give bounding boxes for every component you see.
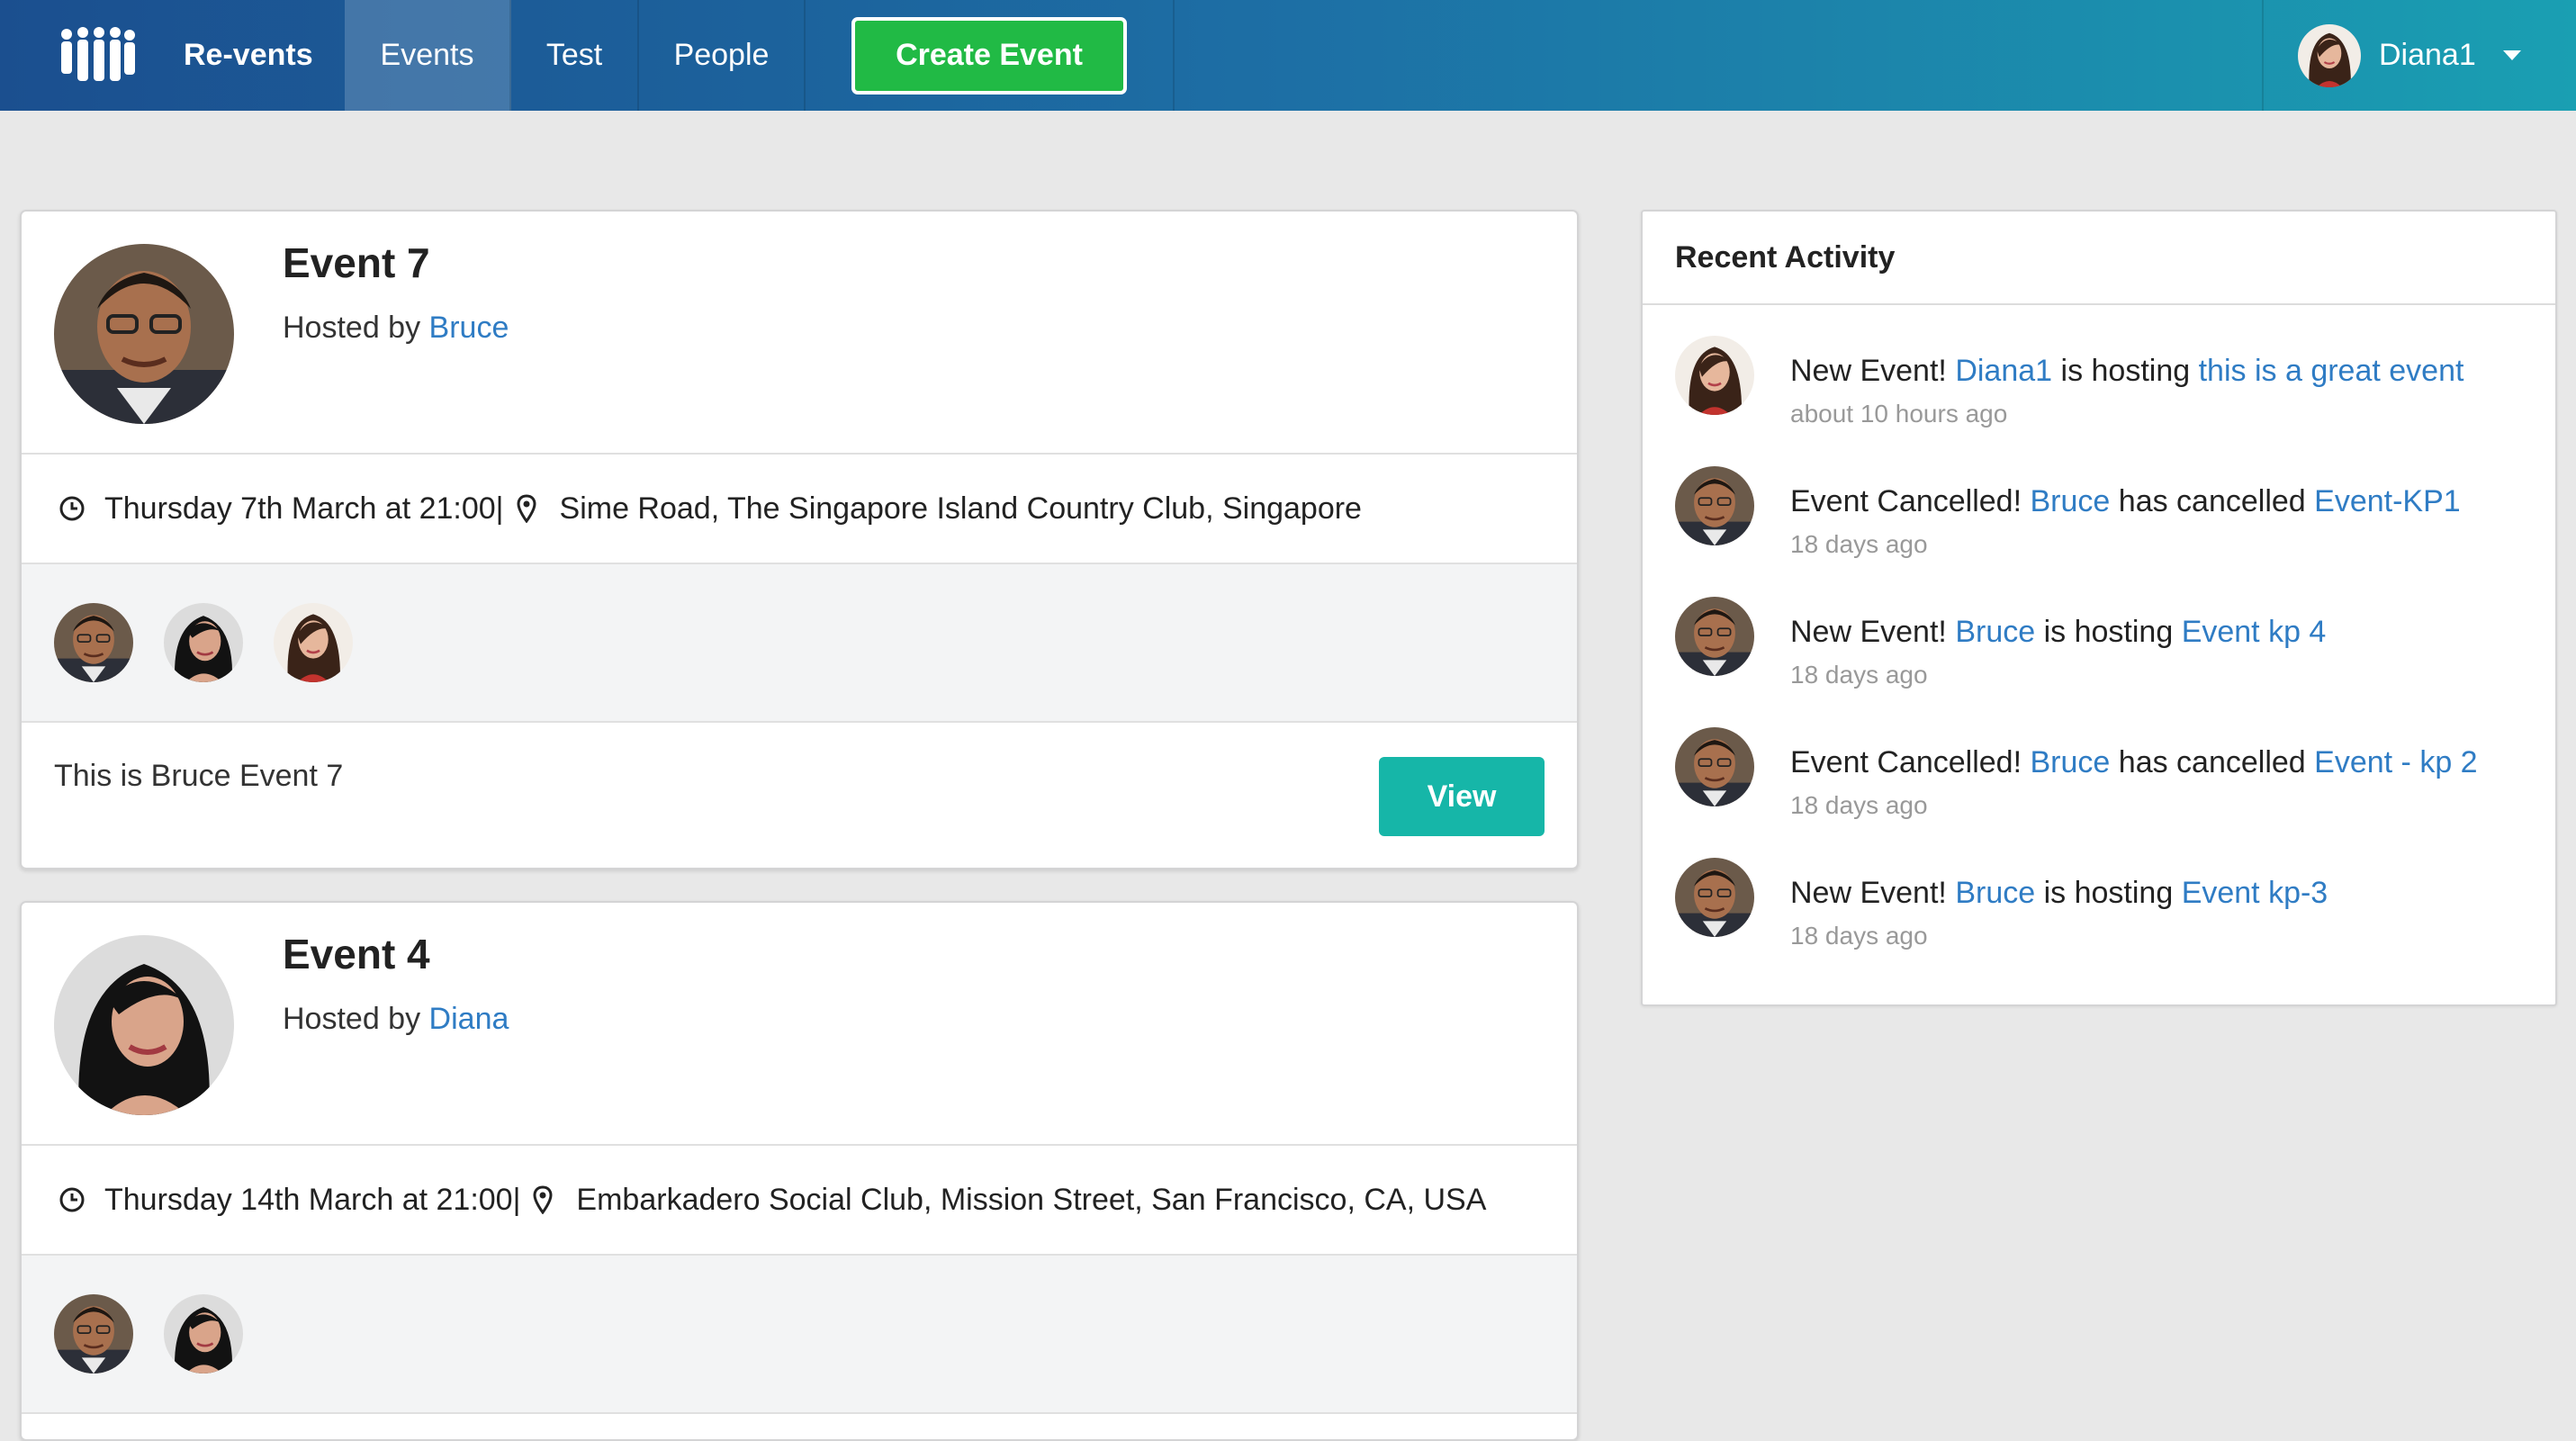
brand-link[interactable]: Re-vents bbox=[0, 0, 345, 111]
clock-icon bbox=[59, 496, 85, 521]
event-info: Thursday 7th March at 21:00| Sime Road, … bbox=[22, 455, 1577, 564]
activity-verb: has cancelled bbox=[2118, 745, 2306, 779]
host-avatar[interactable] bbox=[54, 935, 234, 1115]
activity-avatar[interactable] bbox=[1675, 466, 1754, 545]
attendee-list bbox=[22, 1256, 1577, 1414]
hosted-by-label: Hosted by bbox=[283, 1002, 421, 1036]
attendee-avatar-diana[interactable] bbox=[164, 603, 243, 682]
event-footer: This is Bruce Event 7 View bbox=[22, 723, 1577, 867]
event-date: Thursday 7th March at 21:00| bbox=[104, 491, 504, 526]
event-description: This is Bruce Event 7 bbox=[54, 759, 344, 793]
activity-avatar[interactable] bbox=[1675, 597, 1754, 676]
event-title[interactable]: Event 7 bbox=[283, 239, 430, 287]
attendee-avatar-bruce[interactable] bbox=[54, 603, 133, 682]
activity-text: New Event! Bruce is hosting Event kp-3 bbox=[1790, 876, 2328, 911]
activity-time: 18 days ago bbox=[1790, 791, 1928, 819]
nav-people[interactable]: People bbox=[639, 0, 806, 111]
activity-event-link[interactable]: this is a great event bbox=[2199, 354, 2464, 388]
host-avatar[interactable] bbox=[54, 244, 234, 424]
user-menu[interactable]: Diana1 bbox=[2264, 0, 2576, 111]
map-pin-icon bbox=[517, 494, 536, 523]
people-logo-icon bbox=[61, 26, 135, 81]
activity-item: New Event! Bruce is hosting Event kp 4 1… bbox=[1643, 597, 2555, 727]
attendee-avatar-diana1[interactable] bbox=[274, 603, 353, 682]
activity-item: Event Cancelled! Bruce has cancelled Eve… bbox=[1643, 727, 2555, 858]
activity-action: New Event! bbox=[1790, 615, 1947, 649]
hosted-by: Hosted by Bruce bbox=[283, 311, 509, 346]
dropdown-caret-icon bbox=[2502, 50, 2521, 60]
hosted-by: Hosted by Diana bbox=[283, 1002, 509, 1037]
host-link[interactable]: Diana bbox=[429, 1002, 509, 1036]
activity-item: Event Cancelled! Bruce has cancelled Eve… bbox=[1643, 466, 2555, 597]
activity-event-link[interactable]: Event kp-3 bbox=[2182, 876, 2328, 910]
activity-time: 18 days ago bbox=[1790, 922, 1928, 950]
brand-name: Re-vents bbox=[184, 38, 313, 72]
attendee-avatar-bruce[interactable] bbox=[54, 1294, 133, 1373]
host-link[interactable]: Bruce bbox=[429, 311, 509, 345]
activity-event-link[interactable]: Event-KP1 bbox=[2314, 484, 2461, 518]
activity-item: New Event! Diana1 is hosting this is a g… bbox=[1643, 336, 2555, 466]
activity-avatar[interactable] bbox=[1675, 727, 1754, 806]
activity-avatar[interactable] bbox=[1675, 336, 1754, 415]
activity-feed: New Event! Diana1 is hosting this is a g… bbox=[1643, 305, 2555, 988]
activity-time: 18 days ago bbox=[1790, 530, 1928, 558]
activity-user-link[interactable]: Bruce bbox=[2031, 745, 2111, 779]
activity-time: about 10 hours ago bbox=[1790, 400, 2008, 428]
event-venue: Sime Road, The Singapore Island Country … bbox=[559, 491, 1362, 526]
create-event-wrapper: Create Event bbox=[806, 0, 1175, 111]
nav-test[interactable]: Test bbox=[511, 0, 639, 111]
activity-user-link[interactable]: Bruce bbox=[1955, 876, 2035, 910]
user-avatar bbox=[2298, 24, 2361, 87]
activity-action: Event Cancelled! bbox=[1790, 484, 2022, 518]
event-info: Thursday 14th March at 21:00| Embarkader… bbox=[22, 1146, 1577, 1256]
activity-user-link[interactable]: Diana1 bbox=[1955, 354, 2052, 388]
attendee-list bbox=[22, 564, 1577, 723]
activity-time: 18 days ago bbox=[1790, 661, 1928, 689]
event-title[interactable]: Event 4 bbox=[283, 930, 430, 978]
activity-text: Event Cancelled! Bruce has cancelled Eve… bbox=[1790, 745, 2478, 780]
event-venue: Embarkadero Social Club, Mission Street,… bbox=[576, 1182, 1487, 1217]
activity-text: New Event! Bruce is hosting Event kp 4 bbox=[1790, 615, 2326, 650]
activity-avatar[interactable] bbox=[1675, 858, 1754, 937]
event-card: Event 4 Hosted by Diana Thursday 14th Ma… bbox=[20, 901, 1579, 1441]
event-date: Thursday 14th March at 21:00| bbox=[104, 1182, 521, 1217]
recent-activity-title: Recent Activity bbox=[1643, 212, 2555, 305]
activity-user-link[interactable]: Bruce bbox=[1955, 615, 2035, 649]
activity-verb: is hosting bbox=[2043, 615, 2174, 649]
nav-spacer bbox=[1175, 0, 2264, 111]
event-header: Event 7 Hosted by Bruce bbox=[22, 212, 1577, 455]
clock-icon bbox=[59, 1187, 85, 1212]
nav-events[interactable]: Events bbox=[345, 0, 511, 111]
attendee-avatar-diana[interactable] bbox=[164, 1294, 243, 1373]
activity-action: New Event! bbox=[1790, 876, 1947, 910]
activity-action: New Event! bbox=[1790, 354, 1947, 388]
activity-event-link[interactable]: Event - kp 2 bbox=[2314, 745, 2477, 779]
activity-action: Event Cancelled! bbox=[1790, 745, 2022, 779]
create-event-button[interactable]: Create Event bbox=[851, 16, 1127, 95]
activity-verb: is hosting bbox=[2060, 354, 2191, 388]
event-card: Event 7 Hosted by Bruce Thursday 7th Mar… bbox=[20, 210, 1579, 869]
recent-activity-panel: Recent Activity New Event! Diana1 is hos… bbox=[1641, 210, 2557, 1006]
activity-verb: has cancelled bbox=[2118, 484, 2306, 518]
activity-text: Event Cancelled! Bruce has cancelled Eve… bbox=[1790, 484, 2461, 519]
map-pin-icon bbox=[533, 1185, 553, 1214]
activity-verb: is hosting bbox=[2043, 876, 2174, 910]
activity-event-link[interactable]: Event kp 4 bbox=[2182, 615, 2327, 649]
activity-item: New Event! Bruce is hosting Event kp-3 1… bbox=[1643, 858, 2555, 988]
hosted-by-label: Hosted by bbox=[283, 311, 421, 345]
top-navbar: Re-vents Events Test People Create Event… bbox=[0, 0, 2576, 111]
activity-text: New Event! Diana1 is hosting this is a g… bbox=[1790, 354, 2463, 389]
view-button[interactable]: View bbox=[1379, 757, 1545, 836]
user-name: Diana1 bbox=[2379, 38, 2476, 72]
activity-user-link[interactable]: Bruce bbox=[2031, 484, 2111, 518]
event-header: Event 4 Hosted by Diana bbox=[22, 903, 1577, 1146]
